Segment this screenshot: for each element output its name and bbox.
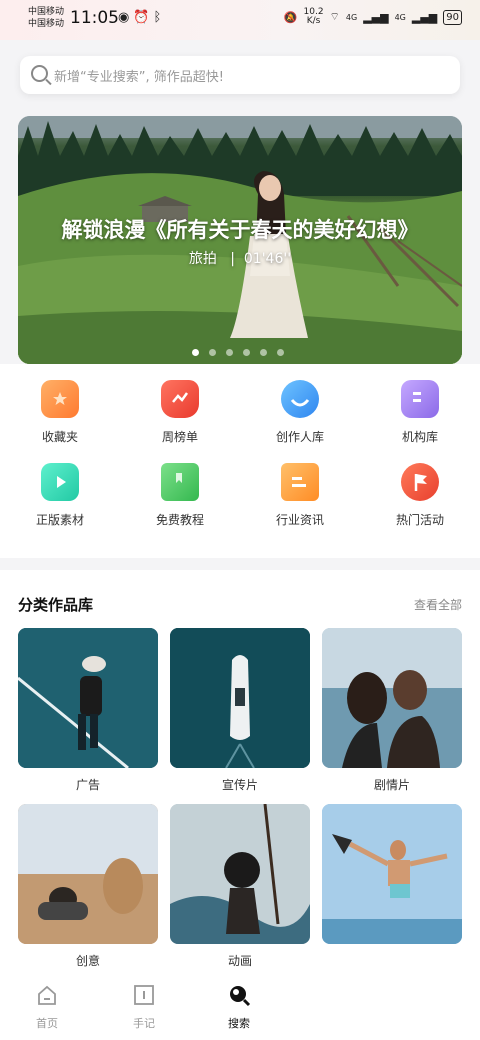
entry-industry-news[interactable]: 行业资讯	[240, 463, 360, 528]
search-bar[interactable]: 新增“专业搜索”, 筛作品超快!	[20, 56, 460, 94]
bluetooth-icon: ᛒ	[153, 10, 166, 25]
entry-label: 收藏夹	[41, 430, 78, 444]
category-label: 剧情片	[373, 778, 410, 792]
status-icons: ◉⏰ᛒ	[118, 10, 165, 25]
folder-icon	[41, 380, 79, 418]
wifi-icon: ⌔	[329, 10, 340, 23]
signal-2-icon: ▂▄▆	[411, 10, 438, 24]
category-card-drama[interactable]	[322, 628, 462, 768]
banner-separator: |	[230, 251, 235, 267]
entry-label: 机构库	[401, 430, 438, 444]
banner-meta: 旅拍 | 01'46''	[18, 248, 462, 268]
book-icon	[161, 463, 199, 501]
page-dot[interactable]	[277, 349, 284, 356]
trophy-icon	[161, 380, 199, 418]
battery-icon: 90	[443, 9, 462, 25]
page-dot[interactable]	[243, 349, 250, 356]
tab-search[interactable]: 搜索	[209, 983, 269, 1031]
search-icon	[230, 986, 251, 1007]
quick-entry-grid: 收藏夹 周榜单 创作人库 机构库 正版素材 免费教程 行业资讯 热门活动	[0, 380, 480, 528]
play-clip-icon	[41, 463, 79, 501]
tab-label: 首页	[36, 1017, 58, 1030]
category-card-creative[interactable]	[18, 804, 158, 944]
net-speed: 10.2 K/s	[304, 8, 324, 26]
entry-licensed-assets[interactable]: 正版素材	[0, 463, 120, 528]
signal-1-icon: ▂▄▆	[363, 10, 389, 24]
category-card-other[interactable]	[322, 804, 462, 944]
search-icon	[31, 65, 48, 82]
view-all-link[interactable]: 查看全部	[414, 596, 462, 613]
page-dot[interactable]	[260, 349, 267, 356]
banner-title: 解锁浪漫《所有关于春天的美好幻想》	[61, 218, 419, 242]
category-label: 宣传片	[221, 778, 258, 792]
category-label: 动画	[227, 954, 252, 968]
entry-creators[interactable]: 创作人库	[240, 380, 360, 445]
card-image	[18, 804, 158, 944]
category-label: 广告	[75, 778, 100, 792]
mute-icon: 🔕	[283, 10, 298, 24]
page-dot[interactable]	[192, 349, 199, 356]
notebook-icon	[134, 985, 154, 1005]
entry-hot-events[interactable]: 热门活动	[360, 463, 480, 528]
entry-favorites[interactable]: 收藏夹	[0, 380, 120, 445]
entry-label: 周榜单	[161, 430, 198, 444]
entry-free-tutorials[interactable]: 免费教程	[120, 463, 240, 528]
building-icon	[401, 380, 439, 418]
category-card-ads[interactable]	[18, 628, 158, 768]
card-image	[170, 804, 310, 944]
entry-weekly-chart[interactable]: 周榜单	[120, 380, 240, 445]
card-image	[18, 628, 158, 768]
entry-agencies[interactable]: 机构库	[360, 380, 480, 445]
alarm-icon: ⏰	[133, 10, 154, 25]
section-title: 分类作品库	[18, 596, 94, 614]
tab-home[interactable]: 首页	[17, 983, 77, 1031]
home-icon	[38, 985, 56, 1005]
clock: 11:05	[70, 8, 119, 28]
flag-icon	[401, 463, 439, 501]
eye-icon: ◉	[118, 10, 134, 25]
tab-notes[interactable]: 手记	[114, 983, 174, 1031]
entry-label: 行业资讯	[275, 513, 324, 527]
status-right: 🔕 10.2 K/s ⌔ 4G ▂▄▆ 4G ▂▄▆ 90	[284, 8, 462, 26]
entry-label: 正版素材	[35, 513, 84, 527]
signal-1-label: 4G	[345, 12, 358, 22]
net-speed-unit: K/s	[306, 16, 321, 26]
card-image	[322, 804, 462, 944]
hero-banner[interactable]: 解锁浪漫《所有关于春天的美好幻想》 旅拍 | 01'46''	[18, 116, 462, 364]
card-image	[170, 628, 310, 768]
entry-label: 创作人库	[275, 430, 324, 444]
search-placeholder: 新增“专业搜索”, 筛作品超快!	[54, 70, 224, 85]
tab-label: 搜索	[228, 1017, 250, 1030]
creator-icon	[281, 380, 319, 418]
banner-duration: 01'46''	[243, 251, 292, 267]
category-card-animation[interactable]	[170, 804, 310, 944]
page-dot[interactable]	[226, 349, 233, 356]
news-icon	[281, 463, 319, 501]
banner-category: 旅拍	[188, 251, 217, 267]
status-bar: 中国移动 中国移动 11:05 ◉⏰ᛒ 🔕 10.2 K/s ⌔ 4G ▂▄▆ …	[0, 0, 480, 40]
category-card-promo[interactable]	[170, 628, 310, 768]
bottom-tab-bar: 首页 手记 搜索	[0, 975, 480, 1040]
tab-label: 手记	[133, 1017, 155, 1030]
carrier-1: 中国移动	[28, 7, 65, 17]
entry-label: 免费教程	[155, 513, 204, 527]
carrier-labels: 中国移动 中国移动	[28, 6, 64, 30]
signal-2-label: 4G	[394, 12, 406, 22]
category-label: 创意	[75, 954, 100, 968]
card-image	[322, 628, 462, 768]
banner-pagination[interactable]	[192, 349, 284, 356]
page-dot[interactable]	[209, 349, 216, 356]
carrier-2: 中国移动	[28, 19, 65, 29]
entry-label: 热门活动	[395, 513, 444, 527]
